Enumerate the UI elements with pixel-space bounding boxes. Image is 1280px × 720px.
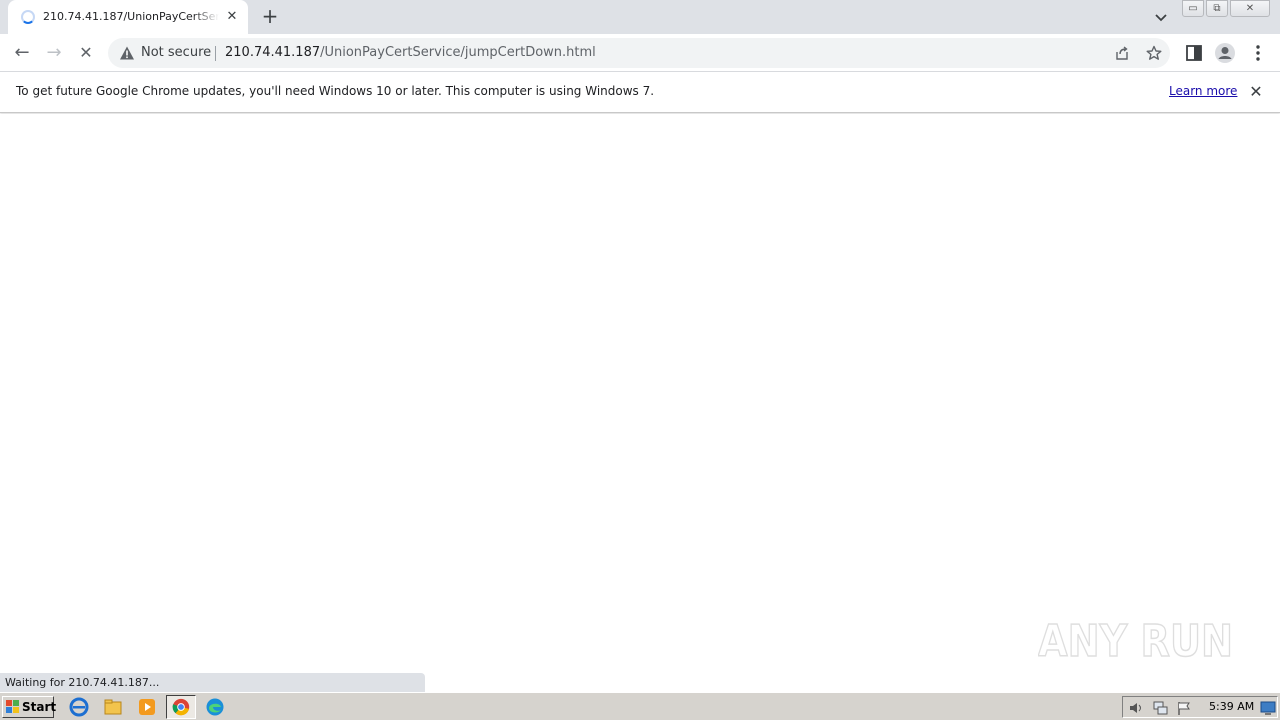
infobar-message: To get future Google Chrome updates, you… [16,84,655,98]
windows-logo-icon [6,700,19,713]
taskbar-clock[interactable]: 5:39 AM [1209,700,1254,713]
stop-loading-button[interactable]: ✕ [74,41,98,65]
menu-kebab-icon[interactable] [1248,43,1268,63]
omnibox-divider [215,46,216,61]
watermark-text: ANY RUN [1038,616,1233,667]
tab-title: 210.74.41.187/UnionPayCertService/jumpCe… [43,10,219,23]
url-host: 210.74.41.187 [225,45,321,60]
address-bar[interactable]: Not secure 210.74.41.187/UnionPayCertSer… [108,38,1170,68]
loading-spinner-icon [21,10,35,24]
status-bubble: Waiting for 210.74.41.187... [0,673,425,692]
chrome-icon [172,698,190,716]
anyrun-watermark-logo: ANY RUN [1038,615,1234,668]
share-icon[interactable] [1114,45,1130,61]
tab-strip: 210.74.41.187/UnionPayCertService/jumpCe… [0,0,1280,34]
internet-explorer-icon[interactable] [68,696,90,718]
infobar-close-button[interactable]: ✕ [1247,83,1265,101]
action-center-flag-icon[interactable] [1176,700,1192,716]
volume-icon[interactable] [1128,700,1144,716]
window-controls: ▭ ⧉ ✕ [1182,0,1274,18]
system-tray: 5:39 AM [1122,696,1278,718]
file-explorer-icon[interactable] [102,696,124,718]
forward-button[interactable]: → [42,41,66,65]
minimize-button[interactable]: ▭ [1182,0,1204,17]
chrome-taskbar-button[interactable] [166,695,196,719]
window-close-button[interactable]: ✕ [1230,0,1270,17]
bookmark-star-icon[interactable] [1146,45,1162,61]
url-path: /UnionPayCertService/jumpCertDown.html [320,45,596,60]
tab-search-chevron-icon[interactable] [1152,8,1170,26]
start-label: Start [22,700,57,714]
profile-avatar-icon[interactable] [1214,42,1236,64]
media-player-icon[interactable] [136,696,158,718]
active-tab[interactable]: 210.74.41.187/UnionPayCertService/jumpCe… [8,0,248,34]
back-button[interactable]: ← [10,41,34,65]
restore-button[interactable]: ⧉ [1206,0,1228,17]
windows-taskbar: Start 5:39 AM [0,692,1280,720]
security-label[interactable]: Not secure [141,45,211,60]
tab-close-button[interactable]: ✕ [224,9,240,25]
side-panel-icon[interactable] [1184,43,1204,63]
update-infobar: To get future Google Chrome updates, you… [0,72,1280,113]
new-tab-button[interactable]: + [260,6,280,26]
network-icon[interactable] [1152,700,1168,716]
url-text[interactable]: 210.74.41.187/UnionPayCertService/jumpCe… [225,45,596,60]
show-desktop-icon[interactable] [1260,700,1276,716]
learn-more-link[interactable]: Learn more [1169,84,1237,98]
start-button[interactable]: Start [2,696,57,718]
warning-icon[interactable] [119,45,135,61]
browser-toolbar: ← → ✕ Not secure 210.74.41.187/UnionPayC… [0,34,1280,72]
edge-icon[interactable] [204,696,226,718]
